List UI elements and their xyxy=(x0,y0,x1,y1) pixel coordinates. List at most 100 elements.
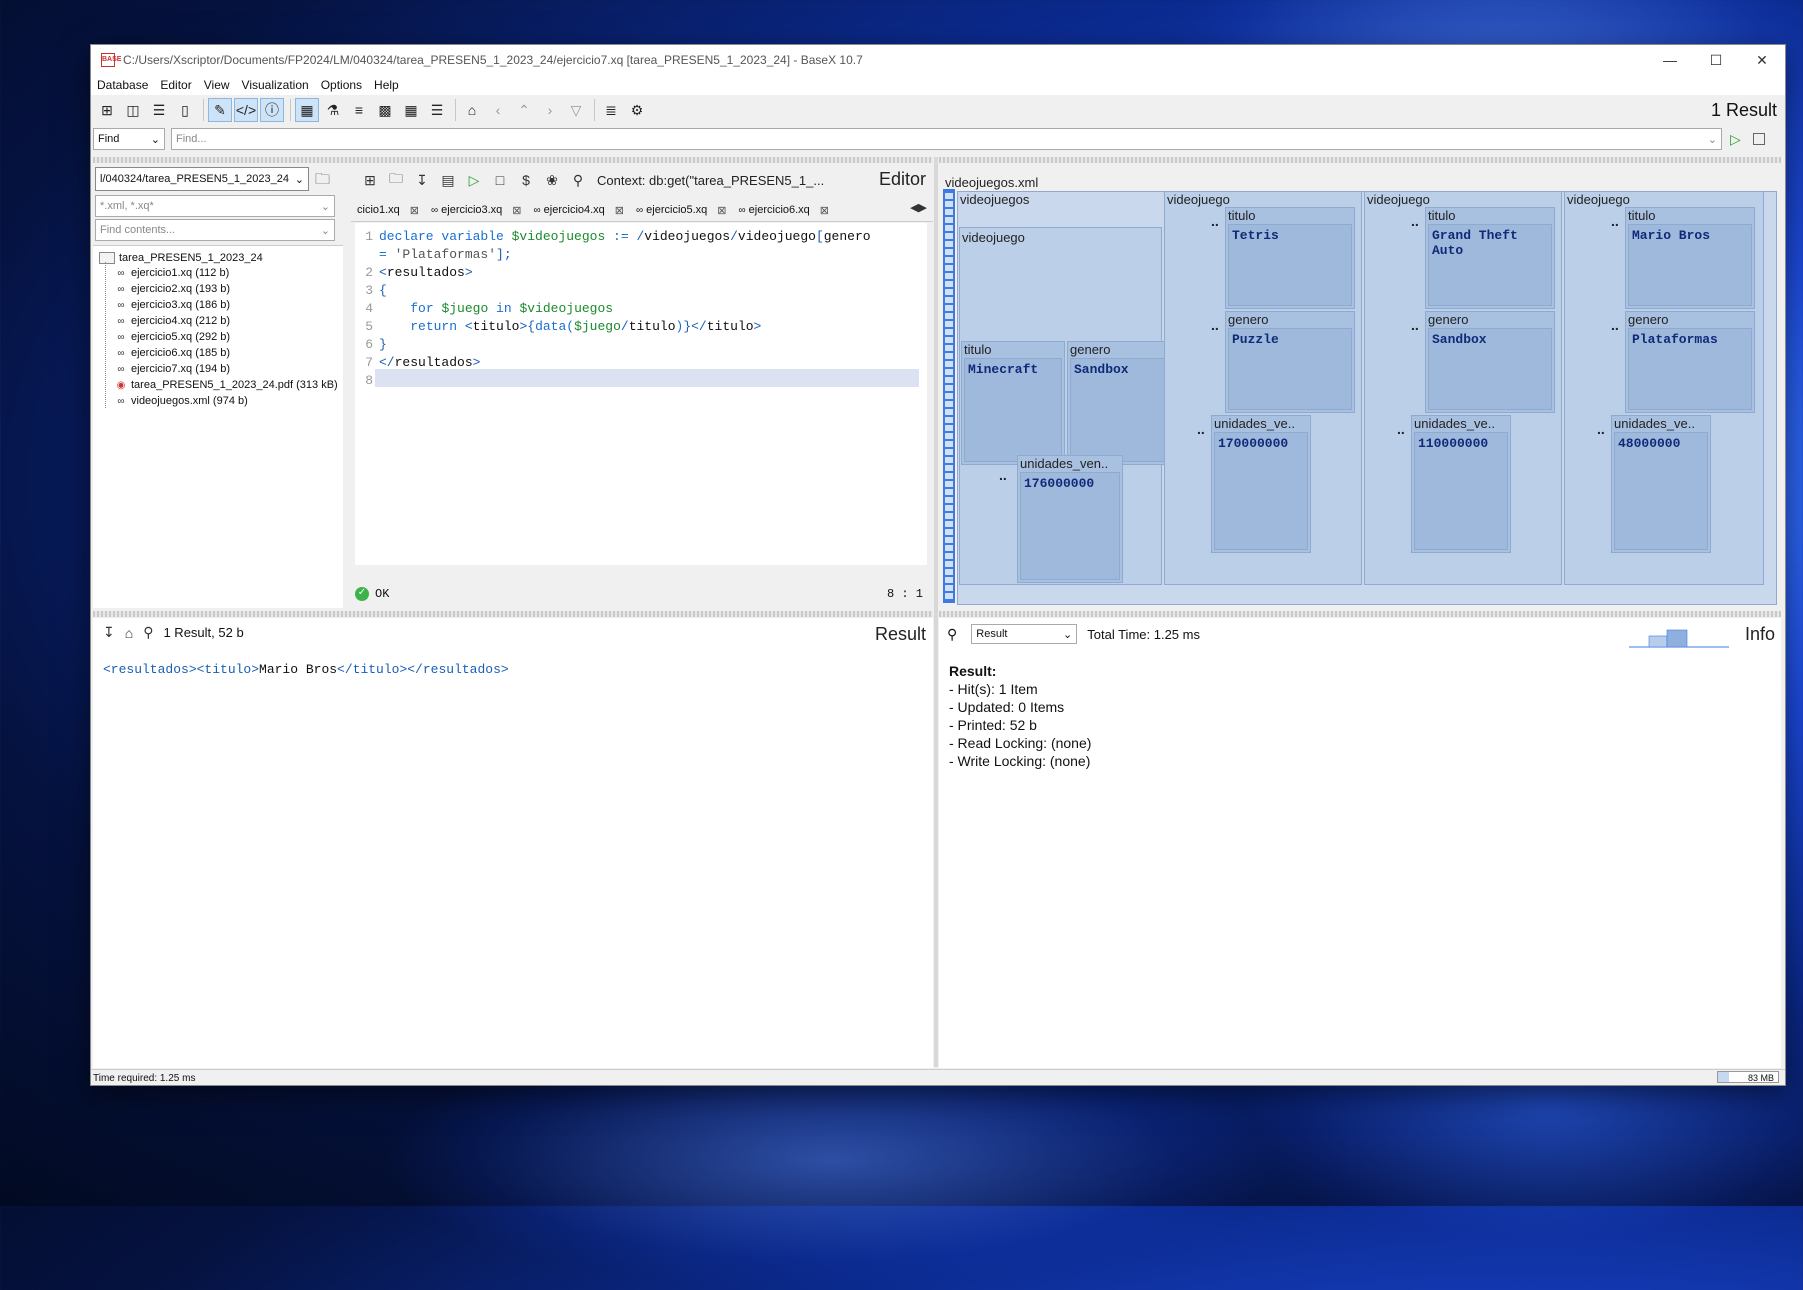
code-editor[interactable]: 1 2 3 4 5 6 7 8 declare variable $videoj… xyxy=(355,223,927,565)
editor-tab[interactable]: ∞ ejercicio4.xq ⊠ xyxy=(528,204,631,217)
find-input[interactable]: Find... ⌄ xyxy=(171,128,1722,150)
tree-file-item[interactable]: ∞ ejercicio1.xq (112 b) xyxy=(115,267,229,279)
plot-view-icon[interactable]: ▩ xyxy=(373,98,397,122)
pane-splitter[interactable] xyxy=(939,157,1781,163)
menu-options[interactable]: Options xyxy=(315,78,368,92)
new-database-icon[interactable]: ⊞ xyxy=(95,98,119,122)
map-node-titulo[interactable]: titulo Minecraft xyxy=(961,341,1065,465)
map-leaf-unidades[interactable]: 110000000 xyxy=(1414,432,1508,550)
variables-icon[interactable]: $ xyxy=(515,169,537,191)
new-file-icon[interactable]: ⊞ xyxy=(359,169,381,191)
close-tab-icon[interactable]: ⊠ xyxy=(615,204,624,217)
search-icon[interactable]: ⚲ xyxy=(947,626,957,643)
tree-root-folder[interactable]: tarea_PRESEN5_1_2023_24 xyxy=(99,252,263,264)
folder-view-icon[interactable]: ≡ xyxy=(347,98,371,122)
editor-tab[interactable]: cicio1.xq ⊠ xyxy=(351,204,425,217)
close-tab-icon[interactable]: ⊠ xyxy=(820,204,829,217)
memory-indicator[interactable]: 83 MB xyxy=(1717,1071,1779,1083)
save-file-icon[interactable]: ↧ xyxy=(411,169,433,191)
map-node-genero[interactable]: genero Sandbox xyxy=(1067,341,1171,465)
database-properties-icon[interactable]: ☰ xyxy=(147,98,171,122)
map-leaf-genero[interactable]: Sandbox xyxy=(1070,358,1168,462)
pane-splitter[interactable] xyxy=(93,611,933,617)
menu-view[interactable]: View xyxy=(198,78,236,92)
vertical-splitter[interactable] xyxy=(934,157,938,1067)
search-icon[interactable]: ⚲ xyxy=(143,624,153,641)
map-node-unidades[interactable]: unidades_ve.. 110000000 xyxy=(1411,415,1511,553)
run-find-icon[interactable]: ▷ xyxy=(1730,131,1741,148)
close-tab-icon[interactable]: ⊠ xyxy=(410,204,419,217)
stop-find-icon[interactable] xyxy=(1752,133,1765,145)
back-icon[interactable]: ‹ xyxy=(486,98,510,122)
editor-tab[interactable]: ∞ ejercicio6.xq ⊠ xyxy=(733,204,836,217)
map-node-genero[interactable]: genero Plataformas xyxy=(1625,311,1755,413)
map-node-titulo[interactable]: titulo Grand Theft Auto xyxy=(1425,207,1555,309)
tree-file-item[interactable]: ∞ ejercicio5.xq (292 b) xyxy=(115,331,230,343)
preferences-gear-icon[interactable]: ⚙ xyxy=(625,98,649,122)
map-leaf-unidades[interactable]: 48000000 xyxy=(1614,432,1708,550)
open-file-icon[interactable]: 🗀 xyxy=(385,169,407,191)
menu-visualization[interactable]: Visualization xyxy=(236,78,315,92)
map-node-titulo[interactable]: titulo Tetris xyxy=(1225,207,1355,309)
map-node-unidades[interactable]: unidades_ve.. 170000000 xyxy=(1211,415,1311,553)
tree-file-item[interactable]: ∞ ejercicio4.xq (212 b) xyxy=(115,315,230,327)
choose-folder-icon[interactable]: 🗀 xyxy=(315,169,330,194)
map-node-titulo[interactable]: titulo Mario Bros xyxy=(1625,207,1755,309)
home-icon[interactable]: ⌂ xyxy=(125,625,133,641)
menu-editor[interactable]: Editor xyxy=(154,78,197,92)
search-icon[interactable]: ⚲ xyxy=(567,169,589,191)
map-leaf-unidades[interactable]: 170000000 xyxy=(1214,432,1308,550)
menu-database[interactable]: Database xyxy=(91,78,154,92)
explorer-view-icon[interactable]: ☰ xyxy=(425,98,449,122)
open-database-icon[interactable]: ◫ xyxy=(121,98,145,122)
stop-query-icon[interactable]: □ xyxy=(489,169,511,191)
tree-file-item[interactable]: ∞ ejercicio2.xq (193 b) xyxy=(115,283,230,295)
map-node-unidades[interactable]: unidades_ve.. 48000000 xyxy=(1611,415,1711,553)
run-query-icon[interactable]: ▷ xyxy=(463,169,485,191)
close-button[interactable]: ✕ xyxy=(1739,45,1785,75)
map-node-unidades[interactable]: unidades_ven.. 176000000 xyxy=(1017,455,1123,583)
maximize-button[interactable]: ☐ xyxy=(1693,45,1739,75)
map-node-genero[interactable]: genero Sandbox xyxy=(1425,311,1555,413)
pane-splitter[interactable] xyxy=(93,157,933,163)
menu-help[interactable]: Help xyxy=(368,78,405,92)
filter-icon[interactable]: ▽ xyxy=(564,98,588,122)
map-view-icon[interactable]: ▦ xyxy=(295,98,319,122)
tree-file-item[interactable]: ∞ ejercicio7.xq (194 b) xyxy=(115,363,230,375)
editor-tab[interactable]: ∞ ejercicio5.xq ⊠ xyxy=(630,204,733,217)
editor-toggle-icon[interactable]: ✎ xyxy=(208,98,232,122)
code-view-icon[interactable]: </> xyxy=(234,98,258,122)
forward-icon[interactable]: › xyxy=(538,98,562,122)
close-tab-icon[interactable]: ⊠ xyxy=(512,204,521,217)
map-scrollbar[interactable] xyxy=(943,189,955,603)
close-database-icon[interactable]: ▯ xyxy=(173,98,197,122)
map-leaf-titulo[interactable]: Mario Bros xyxy=(1628,224,1752,306)
home-icon[interactable]: ⌂ xyxy=(460,98,484,122)
up-icon[interactable]: ⌃ xyxy=(512,98,536,122)
map-leaf-titulo[interactable]: Tetris xyxy=(1228,224,1352,306)
table-view-icon[interactable]: ▦ xyxy=(399,98,423,122)
map-leaf-genero[interactable]: Sandbox xyxy=(1428,328,1552,410)
map-leaf-unidades[interactable]: 176000000 xyxy=(1020,472,1120,580)
tree-view-icon[interactable]: ⚗ xyxy=(321,98,345,122)
map-node-genero[interactable]: genero Puzzle xyxy=(1225,311,1355,413)
show-text-icon[interactable]: ≣ xyxy=(599,98,623,122)
info-mode-select[interactable]: Result ⌄ xyxy=(971,624,1078,644)
map-leaf-genero[interactable]: Plataformas xyxy=(1628,328,1752,410)
tree-file-item[interactable]: ∞ ejercicio3.xq (186 b) xyxy=(115,299,230,311)
map-leaf-titulo[interactable]: Minecraft xyxy=(964,358,1062,462)
minimize-button[interactable]: — xyxy=(1647,45,1693,75)
tree-file-item[interactable]: ∞ videojuegos.xml (974 b) xyxy=(115,395,247,407)
map-leaf-genero[interactable]: Puzzle xyxy=(1228,328,1352,410)
tab-scroll-arrows[interactable]: ◀▶ xyxy=(910,201,927,214)
editor-tab[interactable]: ∞ ejercicio3.xq ⊠ xyxy=(425,204,528,217)
find-contents-input[interactable]: Find contents... ⌄ xyxy=(95,219,335,241)
tree-file-item[interactable]: ∞ ejercicio6.xq (185 b) xyxy=(115,347,230,359)
file-filter-input[interactable]: *.xml, *.xq* ⌄ xyxy=(95,195,335,217)
history-icon[interactable]: ▤ xyxy=(437,169,459,191)
project-path-select[interactable]: l/040324/tarea_PRESEN5_1_2023_24 ⌄ xyxy=(95,167,309,191)
close-tab-icon[interactable]: ⊠ xyxy=(717,204,726,217)
save-result-icon[interactable]: ↧ xyxy=(103,624,115,641)
pane-splitter[interactable] xyxy=(939,611,1781,617)
debug-icon[interactable]: ❀ xyxy=(541,169,563,191)
